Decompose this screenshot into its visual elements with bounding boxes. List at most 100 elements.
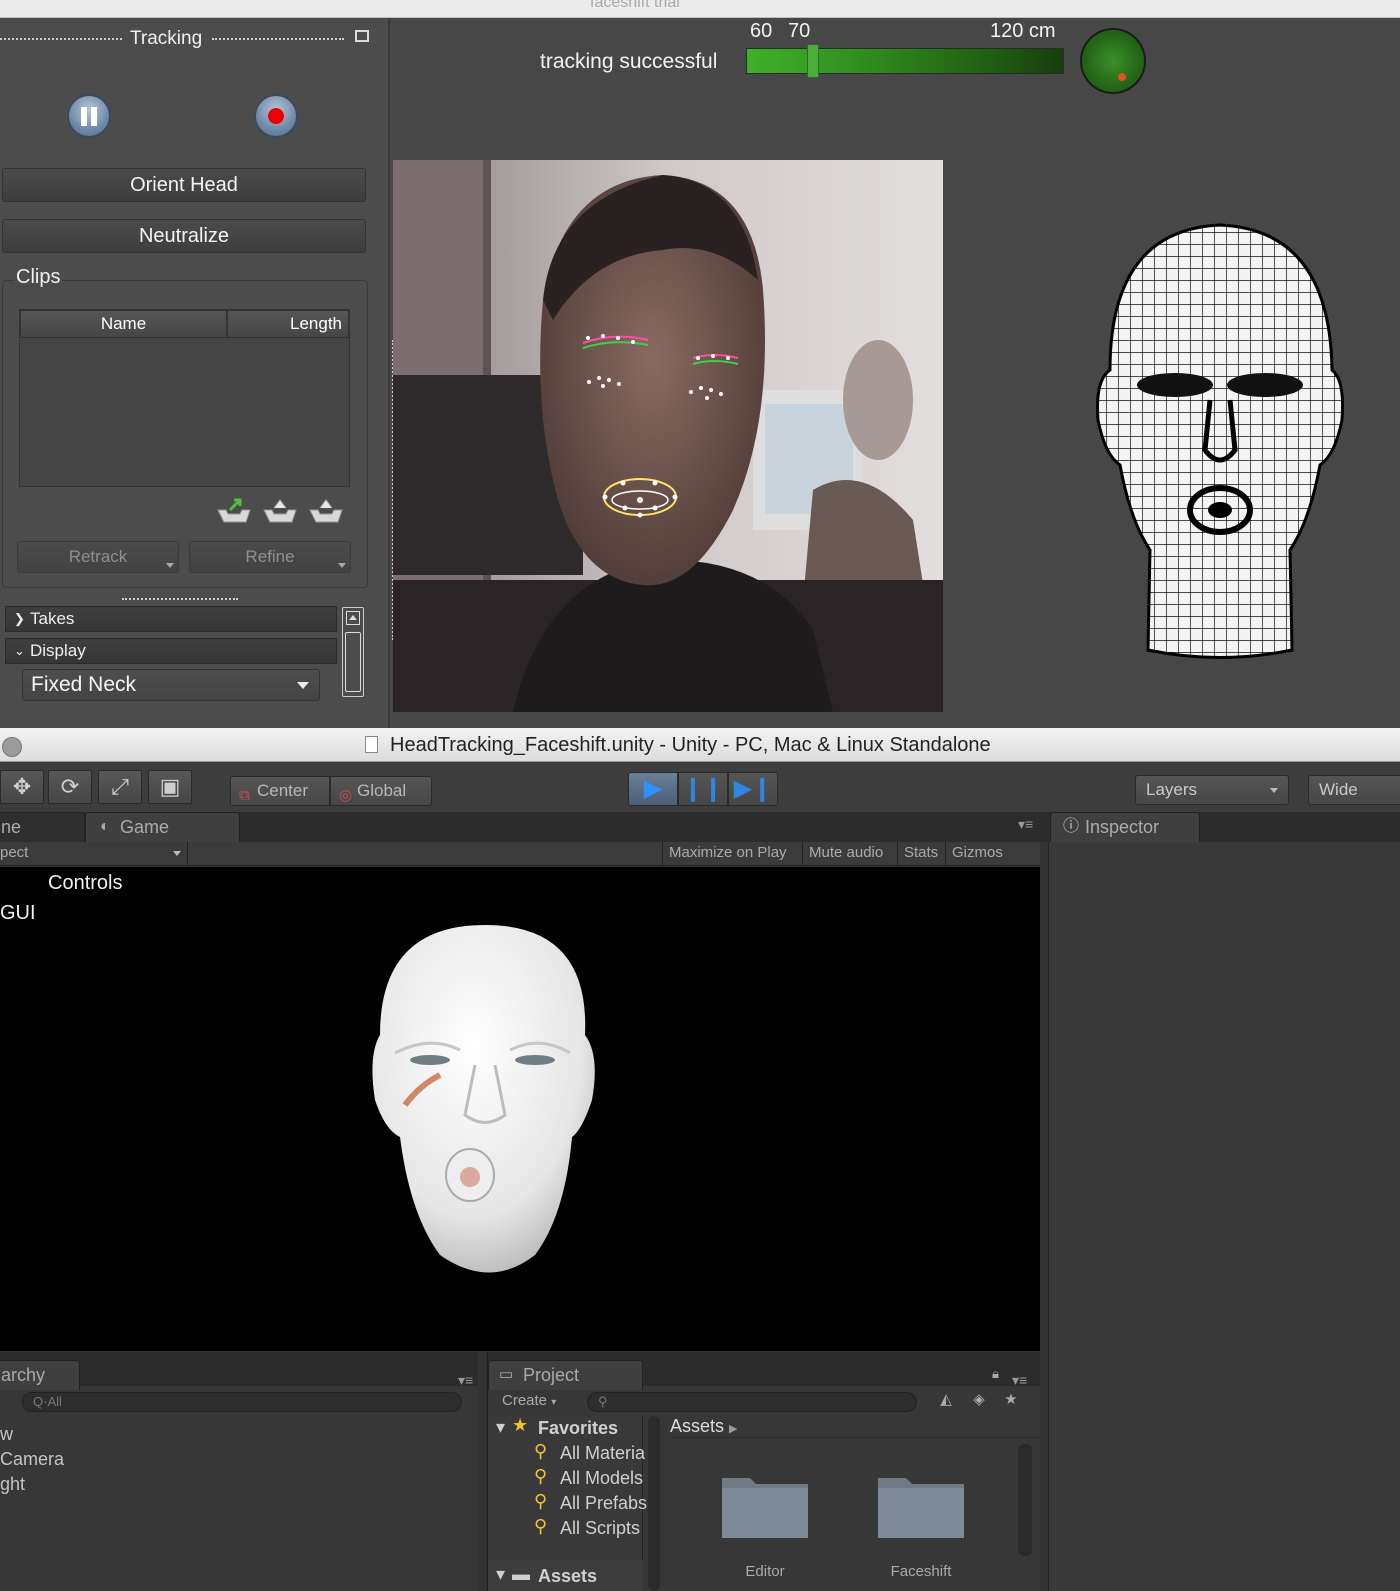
- record-button[interactable]: [254, 94, 298, 138]
- chevron-down-icon[interactable]: ▾: [496, 1417, 505, 1438]
- favorite-item[interactable]: All Materia: [560, 1443, 645, 1464]
- folder-icon: ▭: [499, 1366, 514, 1383]
- tray-clip-icon[interactable]: [308, 496, 344, 526]
- neck-mode-select[interactable]: Fixed Neck: [22, 669, 320, 701]
- chevron-down-icon: [166, 563, 174, 568]
- aspect-dropdown[interactable]: pect: [0, 842, 188, 866]
- globe-icon: ◎: [339, 787, 353, 804]
- wireframe-head-preview: [1096, 223, 1344, 659]
- search-icon: ⚲: [534, 1466, 548, 1486]
- layers-dropdown[interactable]: Layers: [1135, 775, 1289, 805]
- gizmos-dropdown[interactable]: Gizmos: [945, 842, 1009, 866]
- search-icon: ⚲: [534, 1491, 548, 1511]
- hierarchy-item[interactable]: Camera: [0, 1449, 64, 1470]
- search-icon: ⚲: [534, 1441, 548, 1461]
- panel-grip-left[interactable]: [0, 38, 122, 40]
- folder-label[interactable]: Faceshift: [861, 1563, 981, 1580]
- refine-button[interactable]: Refine: [189, 541, 351, 573]
- tab-hierarchy[interactable]: archy: [0, 1360, 80, 1390]
- faceshift-title-bar: faceshift trial: [0, 0, 1400, 18]
- restore-icon[interactable]: [355, 30, 369, 42]
- scroll-thumb[interactable]: [345, 632, 361, 692]
- unity-title-bar: HeadTracking_Faceshift.unity - Unity - P…: [0, 728, 1400, 762]
- folder-faceshift-icon[interactable]: [876, 1470, 966, 1540]
- create-dropdown[interactable]: Create ▾: [490, 1391, 568, 1413]
- folder-label[interactable]: Editor: [705, 1563, 825, 1580]
- tree-item-display[interactable]: ⌄ Display: [5, 638, 337, 664]
- pause-button[interactable]: ❙❙: [678, 772, 728, 806]
- rect-tool-icon[interactable]: ▣: [148, 770, 192, 804]
- export-clip-icon[interactable]: [216, 496, 252, 526]
- hierarchy-item[interactable]: ght: [0, 1474, 25, 1495]
- tag-icon[interactable]: ◈: [968, 1390, 990, 1412]
- mute-audio-toggle[interactable]: Mute audio: [802, 842, 889, 866]
- pivot-center-button[interactable]: ⧉ Center: [230, 776, 330, 806]
- favorite-item[interactable]: All Scripts: [560, 1518, 640, 1539]
- panel-grip-right[interactable]: [212, 38, 344, 40]
- layout-dropdown[interactable]: Wide: [1308, 775, 1400, 805]
- assets-tree-row[interactable]: ▾ ▬ Assets: [488, 1560, 643, 1591]
- hierarchy-item[interactable]: w: [0, 1424, 13, 1445]
- assets-scrollbar[interactable]: [1018, 1444, 1032, 1556]
- chevron-down-icon: ▾: [496, 1564, 506, 1584]
- step-button[interactable]: ▶❙: [728, 772, 778, 806]
- chevron-down-icon: [173, 851, 181, 856]
- retrack-label: Retrack: [68, 547, 128, 566]
- folder-editor-icon[interactable]: [720, 1470, 810, 1540]
- chevron-right-icon: ▶: [729, 1423, 738, 1435]
- column-header-length[interactable]: Length: [227, 310, 349, 338]
- scroll-up-arrow-icon[interactable]: [346, 611, 360, 625]
- move-tool-icon[interactable]: ✥: [0, 770, 44, 804]
- tab-menu-icon[interactable]: ▾≡: [1018, 816, 1033, 833]
- radar-dot: [1118, 73, 1126, 81]
- maximize-on-play-toggle[interactable]: Maximize on Play: [662, 842, 793, 866]
- pivot-global-label: Global: [357, 781, 407, 800]
- retrack-button[interactable]: Retrack: [17, 541, 179, 573]
- scale-tool-icon[interactable]: ⤢: [98, 770, 142, 804]
- orient-head-button[interactable]: Orient Head: [2, 168, 366, 202]
- tab-game[interactable]: ◐ Game: [85, 812, 240, 842]
- favorites-scrollbar[interactable]: [648, 1416, 660, 1591]
- chevron-down-icon: ▾: [551, 1397, 557, 1408]
- game-tab-label: Game: [120, 817, 170, 837]
- chevron-down-icon: [297, 682, 309, 689]
- tab-scene[interactable]: ne: [0, 812, 85, 842]
- project-search-input[interactable]: ⚲: [587, 1392, 917, 1412]
- play-icon: ▶: [643, 775, 663, 802]
- favorite-item[interactable]: All Models: [560, 1468, 643, 1489]
- favorites-label[interactable]: Favorites: [538, 1418, 618, 1439]
- step-icon: ▶❙: [733, 775, 773, 802]
- filter-type-icon[interactable]: ◭: [935, 1390, 957, 1412]
- distance-tick-120: 120 cm: [990, 20, 1056, 42]
- import-clip-icon[interactable]: [262, 496, 298, 526]
- lock-icon[interactable]: 🔒︎: [992, 1366, 999, 1382]
- tab-menu-icon[interactable]: ▾≡: [458, 1372, 473, 1389]
- rotate-tool-icon[interactable]: ⟳: [48, 770, 92, 804]
- distance-tick-70: 70: [788, 20, 811, 42]
- tab-menu-icon[interactable]: ▾≡: [1012, 1372, 1027, 1389]
- splitter-grip[interactable]: [122, 598, 238, 600]
- column-header-name[interactable]: Name: [20, 310, 227, 338]
- hierarchy-search-input[interactable]: Q·All: [22, 1392, 462, 1412]
- tab-inspector[interactable]: ⓘ Inspector: [1050, 812, 1200, 842]
- tracking-status-text: tracking successful: [540, 50, 718, 73]
- clips-table[interactable]: Name Length: [19, 309, 350, 487]
- takes-label: Takes: [30, 609, 75, 628]
- stats-toggle[interactable]: Stats: [897, 842, 944, 866]
- close-window-icon[interactable]: [2, 737, 22, 757]
- camera-feed-image: [393, 160, 943, 712]
- pivot-icon: ⧉: [239, 787, 250, 804]
- tree-item-takes[interactable]: ❯ Takes: [5, 606, 337, 632]
- pivot-global-button[interactable]: ◎ Global: [330, 776, 432, 806]
- panel-scrollbar[interactable]: [342, 607, 364, 697]
- play-button[interactable]: ▶: [628, 772, 678, 806]
- star-icon: ★: [512, 1415, 529, 1435]
- layers-label: Layers: [1146, 780, 1198, 799]
- neutralize-button[interactable]: Neutralize: [2, 219, 366, 253]
- pause-tracking-button[interactable]: [67, 94, 111, 138]
- assets-breadcrumb[interactable]: Assets ▶: [670, 1414, 1040, 1438]
- tab-project[interactable]: ▭ Project: [488, 1360, 643, 1390]
- breadcrumb-assets[interactable]: Assets: [670, 1416, 724, 1436]
- favorite-item[interactable]: All Prefabs: [560, 1493, 647, 1514]
- star-icon[interactable]: ★: [1000, 1390, 1022, 1412]
